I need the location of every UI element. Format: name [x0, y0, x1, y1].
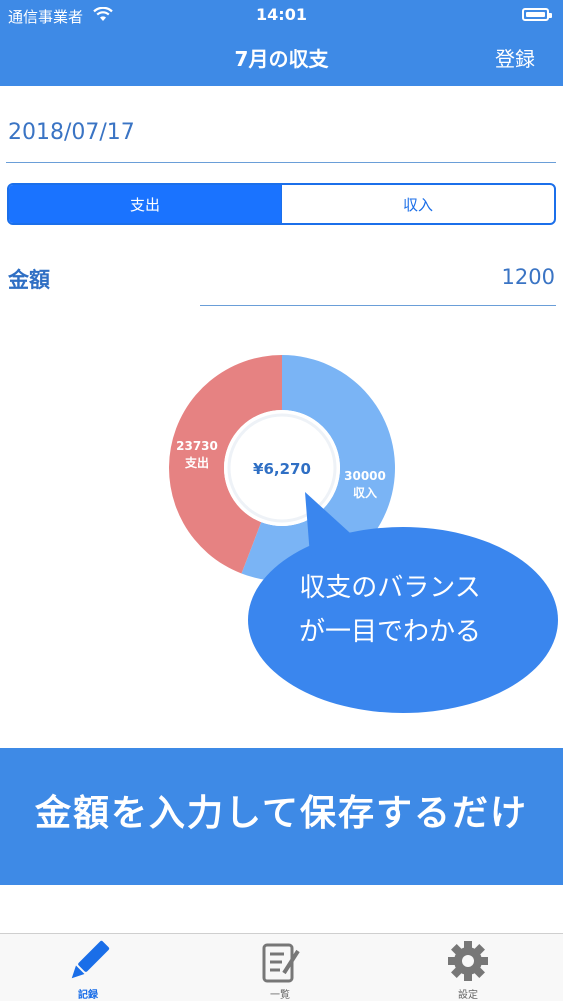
callout-line-1: 収支のバランス — [299, 573, 481, 603]
tab-record-label: 記録 — [78, 990, 98, 1001]
tab-settings-label: 設定 — [458, 990, 478, 1001]
banner-text: 金額を入力して保存するだけ — [35, 793, 528, 834]
tab-settings[interactable]: 設定 — [418, 934, 518, 1001]
callout-text: 収支のバランス が一目でわかる — [256, 566, 524, 654]
tab-list-label: 一覧 — [270, 990, 290, 1001]
list-icon — [262, 943, 300, 983]
tab-bar: 記録 一覧 設定 — [0, 933, 563, 1001]
tab-record[interactable]: 記録 — [38, 934, 138, 1001]
pencil-icon — [71, 940, 110, 979]
callout-line-2: が一目でわかる — [298, 617, 481, 647]
tab-list[interactable]: 一覧 — [230, 934, 330, 1001]
gear-icon — [448, 941, 488, 981]
